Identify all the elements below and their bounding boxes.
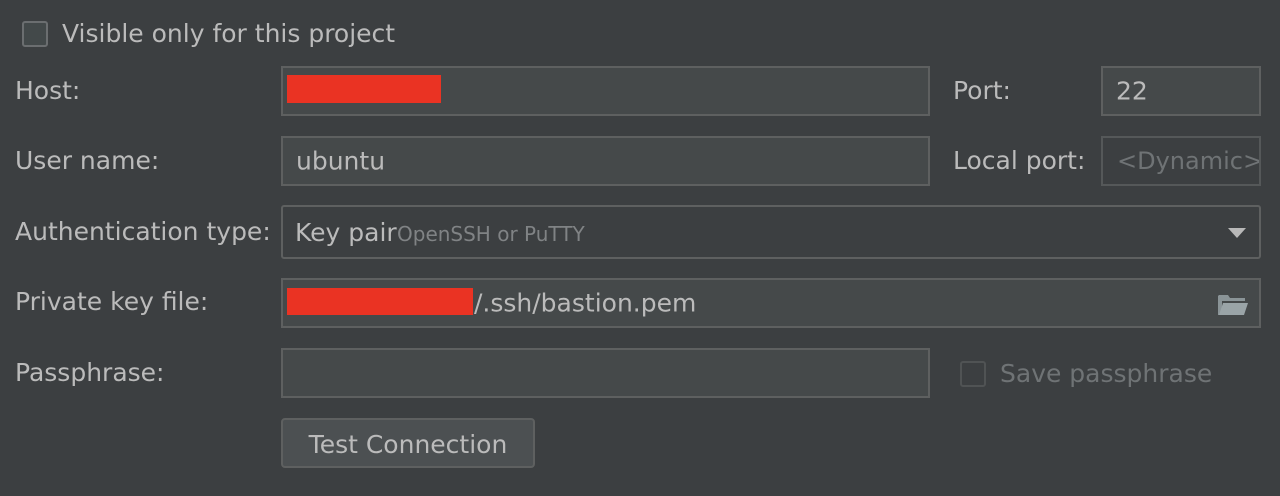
port-value: 22 <box>1116 76 1148 106</box>
user-name-value: ubuntu <box>296 146 386 176</box>
user-name-label: User name: <box>15 146 160 175</box>
private-key-redaction <box>287 288 473 315</box>
passphrase-label: Passphrase: <box>15 358 165 387</box>
test-connection-button[interactable]: Test Connection <box>281 418 535 468</box>
local-port-placeholder: <Dynamic> <box>1117 147 1261 175</box>
local-port-label: Local port: <box>953 146 1086 175</box>
auth-type-hint: OpenSSH or PuTTY <box>397 222 585 246</box>
auth-type-label: Authentication type: <box>15 217 271 246</box>
private-key-value: /.ssh/bastion.pem <box>474 288 697 318</box>
private-key-label: Private key file: <box>15 287 209 316</box>
chevron-down-icon <box>1228 228 1246 238</box>
user-name-input[interactable]: ubuntu <box>281 136 930 186</box>
auth-type-value: Key pair <box>295 218 397 247</box>
test-connection-label: Test Connection <box>308 430 508 459</box>
port-input[interactable]: 22 <box>1101 66 1261 116</box>
save-passphrase-label: Save passphrase <box>1000 359 1213 388</box>
passphrase-input[interactable] <box>281 348 930 398</box>
visible-only-label: Visible only for this project <box>62 19 396 48</box>
host-label: Host: <box>15 76 81 105</box>
folder-open-icon[interactable] <box>1217 293 1249 317</box>
auth-type-dropdown[interactable]: Key pair OpenSSH or PuTTY <box>281 205 1261 259</box>
port-label: Port: <box>953 76 1011 105</box>
visible-only-checkbox[interactable] <box>22 21 48 47</box>
host-redaction <box>287 75 441 103</box>
save-passphrase-checkbox[interactable] <box>960 361 986 387</box>
local-port-input[interactable]: <Dynamic> <box>1101 136 1261 186</box>
